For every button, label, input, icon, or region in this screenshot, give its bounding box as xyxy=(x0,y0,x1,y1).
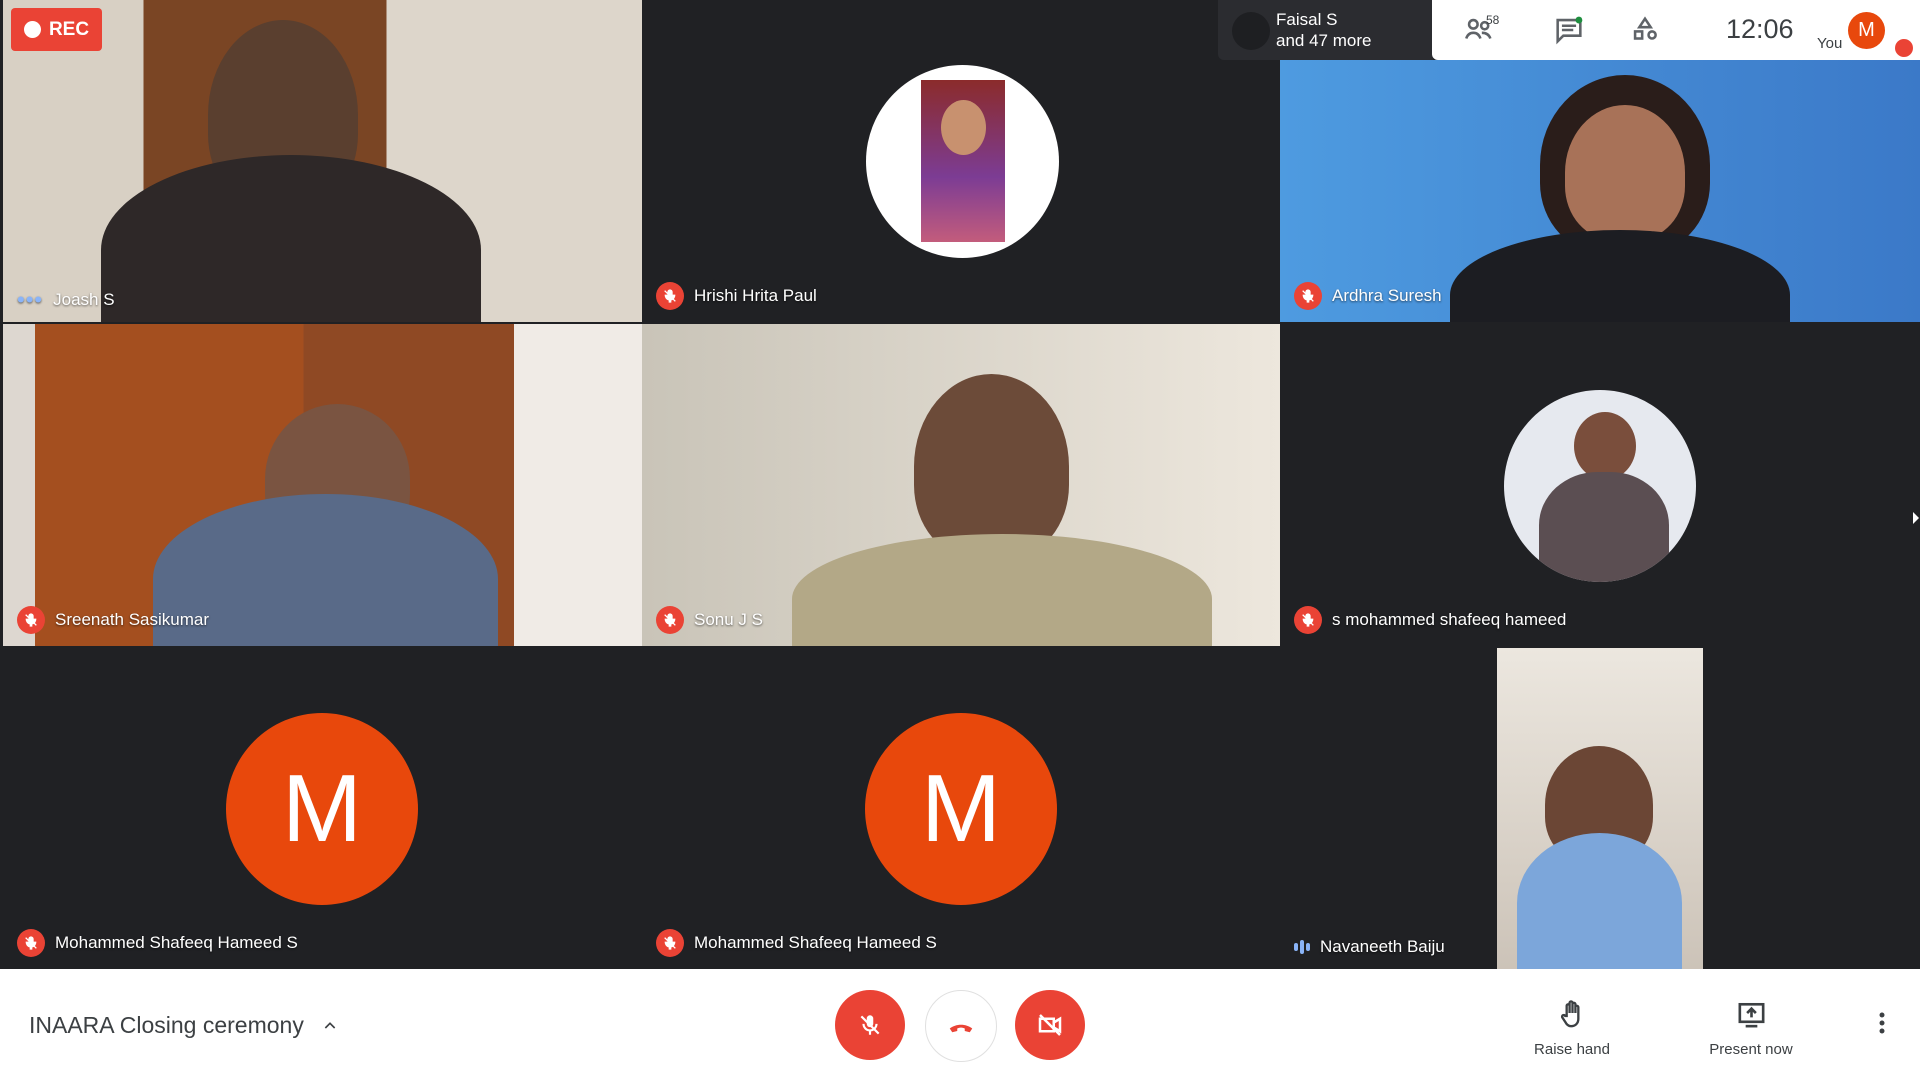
participant-video xyxy=(1497,648,1703,969)
participant-tile: Navaneeth Baiju xyxy=(1280,648,1920,969)
participant-tile: M Mohammed Shafeeq Hameed S xyxy=(642,648,1280,969)
participant-name-label: s mohammed shafeeq hameed xyxy=(1294,606,1566,634)
participant-name-label: Sreenath Sasikumar xyxy=(17,606,209,634)
microphone-button[interactable] xyxy=(835,990,905,1060)
chat-button[interactable] xyxy=(1552,13,1586,47)
more-vert-icon xyxy=(1879,1012,1885,1034)
participant-name-label: Mohammed Shafeeq Hameed S xyxy=(656,929,937,957)
participant-video xyxy=(642,324,1280,646)
mic-off-icon xyxy=(656,929,684,957)
activities-icon xyxy=(1633,16,1657,40)
participant-tile: s mohammed shafeeq hameed xyxy=(1280,324,1920,646)
mic-off-icon xyxy=(17,606,45,634)
participant-tile: Hrishi Hrita Paul xyxy=(642,0,1280,322)
participant-avatar: M xyxy=(865,713,1057,905)
raise-hand-button[interactable]: Raise hand xyxy=(1524,997,1620,1058)
activities-button[interactable] xyxy=(1628,13,1662,47)
participant-name-label: Mohammed Shafeeq Hameed S xyxy=(17,929,298,957)
participants-count: 58 xyxy=(1486,13,1500,27)
present-icon xyxy=(1738,1002,1764,1028)
participant-name: Sreenath Sasikumar xyxy=(55,610,210,629)
meeting-title: INAARA Closing ceremony xyxy=(29,1012,304,1038)
speaker-chip-line2: and 47 more xyxy=(1276,31,1372,50)
recording-label: REC xyxy=(48,18,90,40)
more-options-button[interactable] xyxy=(1872,1008,1892,1038)
participant-name-label: Sonu J S xyxy=(656,606,763,634)
participant-avatar xyxy=(866,65,1059,258)
participant-name-label: Navaneeth Baiju xyxy=(1294,937,1445,957)
participant-name: Mohammed Shafeeq Hameed S xyxy=(55,933,298,952)
top-bar: 58 12:06 You M xyxy=(1432,0,1920,60)
leave-call-button[interactable] xyxy=(925,990,997,1062)
more-options-icon: ••• xyxy=(17,287,44,312)
camera-button[interactable] xyxy=(1015,990,1085,1060)
participants-button[interactable]: 58 xyxy=(1462,13,1500,47)
present-now-label: Present now xyxy=(1709,1041,1793,1058)
participant-name: Sonu J S xyxy=(694,610,763,629)
speaker-chip[interactable]: Faisal S and 47 more xyxy=(1218,0,1433,60)
participant-tile: M Mohammed Shafeeq Hameed S xyxy=(3,648,642,969)
participant-avatar xyxy=(1504,390,1696,582)
participant-avatar: M xyxy=(226,713,418,905)
record-dot-icon xyxy=(23,21,41,38)
mic-off-icon xyxy=(860,1015,880,1035)
clock: 12:06 xyxy=(1726,14,1794,44)
recording-badge: REC xyxy=(11,8,102,51)
mic-off-icon xyxy=(1294,606,1322,634)
mic-off-icon xyxy=(656,282,684,310)
chat-icon xyxy=(1556,16,1583,45)
participant-tile: Sonu J S xyxy=(642,324,1280,646)
user-avatar[interactable]: M xyxy=(1848,12,1885,49)
participant-video xyxy=(3,324,642,646)
speaking-indicator-icon xyxy=(1294,940,1310,954)
mic-off-icon xyxy=(17,929,45,957)
participant-tile: REC ••• Joash S xyxy=(3,0,642,322)
mic-off-icon xyxy=(656,606,684,634)
participant-tile: Ardhra Suresh xyxy=(1280,60,1920,322)
participant-name-label: Ardhra Suresh xyxy=(1294,282,1442,310)
speaker-avatar xyxy=(1232,12,1270,50)
participant-name: Ardhra Suresh xyxy=(1332,286,1442,305)
hangup-icon xyxy=(949,1024,973,1033)
participant-name: Joash S xyxy=(53,290,115,309)
participant-name: Hrishi Hrita Paul xyxy=(694,286,817,305)
participant-grid: REC ••• Joash S Hrishi Hrita Paul Ardhra… xyxy=(0,0,1920,969)
camera-off-icon xyxy=(1038,1014,1062,1036)
present-now-button[interactable]: Present now xyxy=(1696,997,1806,1058)
chevron-up-icon xyxy=(324,1021,336,1029)
speaker-chip-line1: Faisal S xyxy=(1276,10,1338,29)
hand-icon xyxy=(1560,1000,1579,1028)
participant-tile: Sreenath Sasikumar xyxy=(3,324,642,646)
you-label: You xyxy=(1817,35,1843,52)
participant-name: Mohammed Shafeeq Hameed S xyxy=(694,933,937,952)
participant-name: Navaneeth Baiju xyxy=(1320,937,1445,956)
participant-name: s mohammed shafeeq hameed xyxy=(1332,610,1567,629)
meeting-details-button[interactable]: INAARA Closing ceremony xyxy=(29,1012,338,1039)
mouse-cursor-icon xyxy=(1913,512,1919,524)
mic-off-icon xyxy=(1294,282,1322,310)
participant-name-label: Hrishi Hrita Paul xyxy=(656,282,817,310)
raise-hand-label: Raise hand xyxy=(1534,1041,1610,1058)
user-mic-off-icon xyxy=(1895,39,1913,57)
participant-name-label: ••• Joash S xyxy=(17,287,115,312)
